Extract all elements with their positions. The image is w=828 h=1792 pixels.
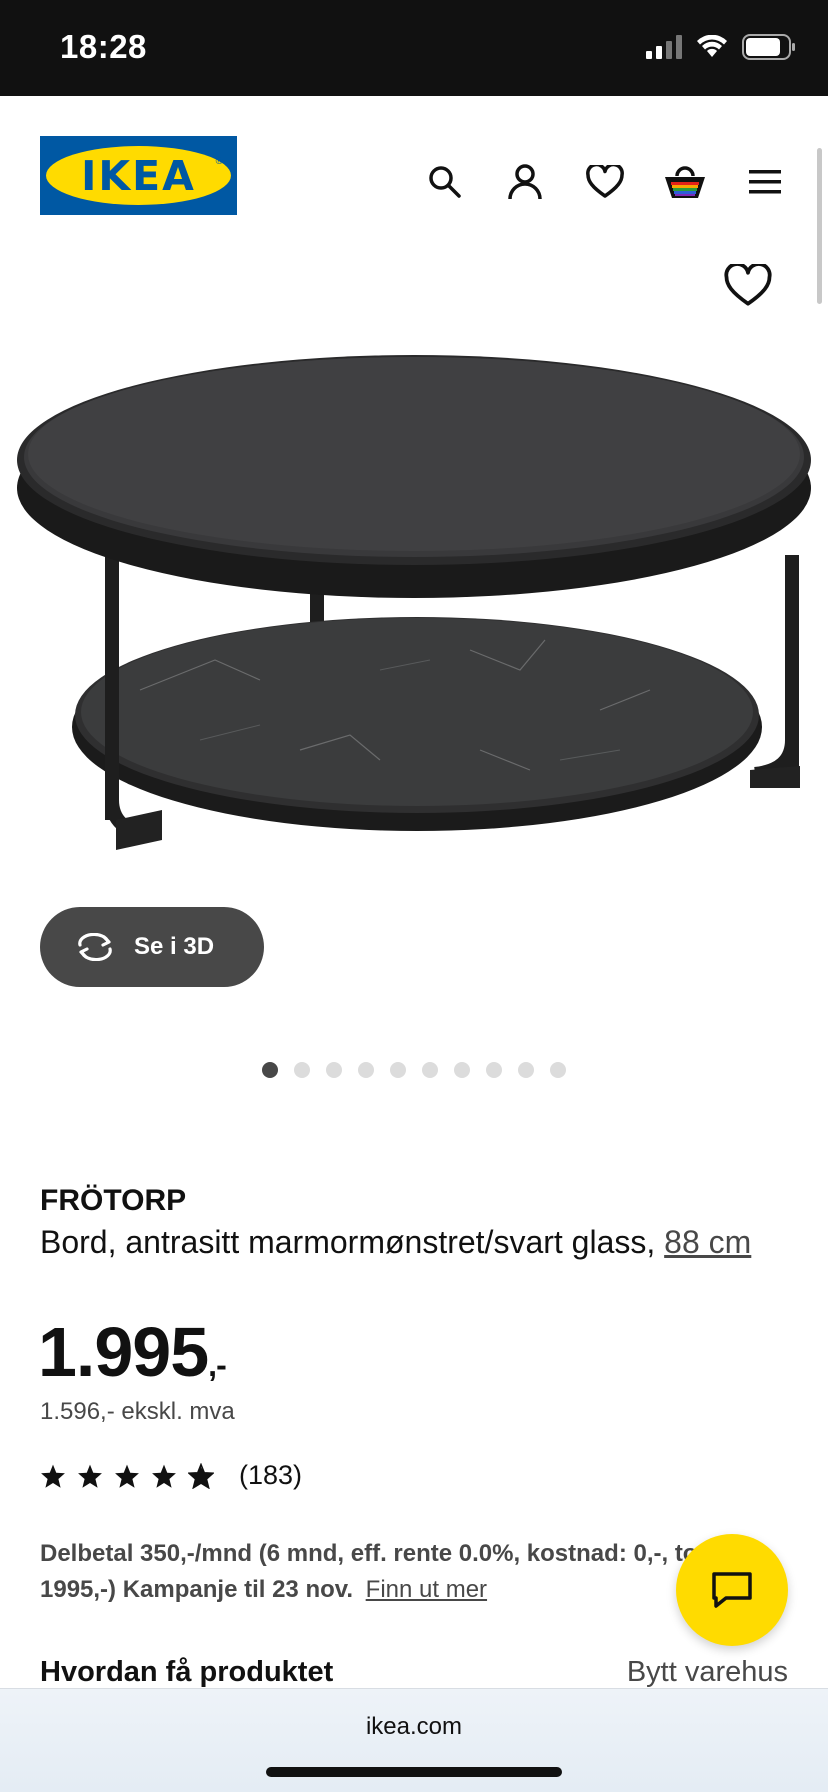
carousel-dot[interactable] [550, 1062, 566, 1078]
carousel-dot[interactable] [454, 1062, 470, 1078]
star-icon [41, 1464, 65, 1488]
carousel-dot[interactable] [486, 1062, 502, 1078]
star-icon [115, 1464, 139, 1488]
url-label[interactable]: ikea.com [0, 1713, 828, 1741]
chat-button[interactable] [676, 1534, 788, 1646]
header-actions [405, 154, 805, 210]
price-excl-vat: 1.596,- ekskl. mva [40, 1398, 235, 1425]
status-bar: 18:28 [0, 0, 828, 96]
scrollbar[interactable] [817, 148, 822, 304]
price-main: 1.995 [38, 1313, 209, 1391]
product-price: 1.995,- [38, 1312, 227, 1392]
search-button[interactable] [405, 154, 485, 210]
carousel-dot[interactable] [262, 1062, 278, 1078]
browser-bottom-bar: ikea.com [0, 1688, 828, 1792]
product-dimension-link[interactable]: 88 cm [664, 1224, 751, 1260]
carousel-dot[interactable] [358, 1062, 374, 1078]
product-description-text: Bord, antrasitt marmormønstret/svart gla… [40, 1224, 656, 1260]
carousel-dot[interactable] [326, 1062, 342, 1078]
product-name: FRÖTORP [40, 1184, 187, 1217]
change-store-link[interactable]: Bytt varehus [627, 1656, 788, 1689]
profile-icon [508, 164, 542, 200]
view-in-3d-button[interactable]: Se i 3D [40, 907, 264, 987]
search-icon [429, 166, 461, 198]
rotate-3d-icon [78, 933, 112, 961]
battery-icon [742, 34, 795, 60]
cart-icon [665, 166, 705, 198]
carousel-dot[interactable] [390, 1062, 406, 1078]
status-time: 18:28 [60, 28, 147, 65]
half-star-icon [188, 1462, 214, 1489]
product-rating[interactable]: (183) [40, 1460, 302, 1491]
add-to-favourites-button[interactable] [724, 262, 772, 312]
status-icons [646, 34, 796, 60]
menu-button[interactable] [725, 154, 805, 210]
view-in-3d-label: Se i 3D [134, 933, 215, 960]
heart-icon [724, 262, 772, 306]
carousel-dot[interactable] [518, 1062, 534, 1078]
carousel-dot[interactable] [294, 1062, 310, 1078]
profile-button[interactable] [485, 154, 565, 210]
registered-mark: ® [215, 156, 223, 167]
installment-link[interactable]: Finn ut mer [366, 1576, 487, 1603]
wifi-icon [697, 35, 727, 57]
carousel-dots [262, 1062, 566, 1078]
favourites-button[interactable] [565, 154, 645, 210]
logo-text: IKEA [81, 151, 196, 200]
star-icon [152, 1464, 176, 1488]
menu-icon [749, 170, 781, 194]
rating-count: (183) [239, 1460, 303, 1490]
star-icon [78, 1464, 102, 1488]
heart-icon [586, 165, 624, 198]
site-header: IKEA ® [0, 96, 828, 256]
price-suffix: ,- [208, 1347, 227, 1383]
home-indicator[interactable] [266, 1767, 562, 1777]
ikea-logo[interactable]: IKEA ® [40, 136, 237, 215]
signal-icon [646, 35, 682, 59]
cart-button[interactable] [645, 154, 725, 210]
carousel-dot[interactable] [422, 1062, 438, 1078]
chat-icon [712, 1572, 752, 1608]
product-description: Bord, antrasitt marmormønstret/svart gla… [40, 1222, 780, 1262]
product-image[interactable] [0, 330, 828, 930]
how-to-get-heading: Hvordan få produktet [40, 1656, 334, 1688]
